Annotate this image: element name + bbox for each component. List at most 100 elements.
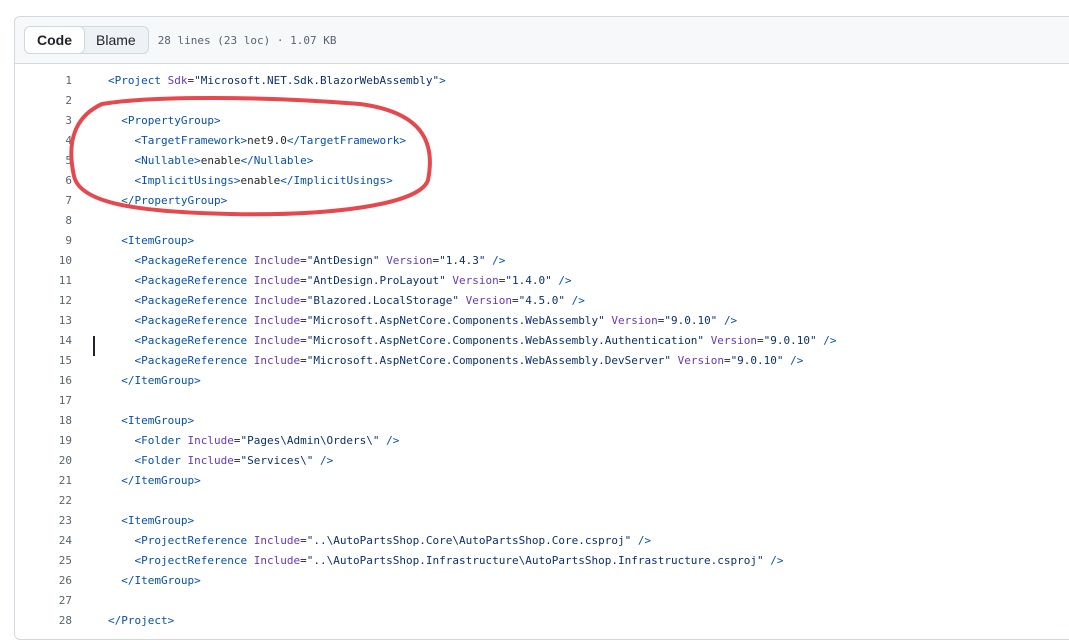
code-token: Include bbox=[253, 354, 301, 367]
line-source bbox=[72, 491, 108, 511]
code-token: "Pages\Admin\Orders\" bbox=[240, 434, 380, 447]
line-source: </Project> bbox=[72, 611, 174, 631]
code-token: enable bbox=[200, 154, 241, 167]
line-number[interactable]: 16 bbox=[15, 371, 72, 391]
code-line: 23 <ItemGroup> bbox=[15, 511, 1069, 531]
file-meta: 28 lines (23 loc) · 1.07 KB bbox=[157, 33, 337, 47]
code-line: 5 <Nullable>enable</Nullable> bbox=[15, 151, 1069, 171]
line-number[interactable]: 9 bbox=[15, 231, 72, 251]
code-token: "Microsoft.NET.Sdk.BlazorWebAssembly" bbox=[194, 74, 440, 87]
line-number[interactable]: 15 bbox=[15, 351, 72, 371]
code-view[interactable]: 1 <Project Sdk="Microsoft.NET.Sdk.BlazorW… bbox=[15, 71, 1069, 631]
code-token: net9.0 bbox=[247, 134, 287, 147]
code-token: </Nullable> bbox=[240, 154, 314, 167]
code-token: <ProjectReference bbox=[134, 554, 254, 567]
code-line: 28 </Project> bbox=[15, 611, 1069, 631]
line-source: <ItemGroup> bbox=[72, 411, 194, 431]
line-number[interactable]: 8 bbox=[15, 211, 72, 231]
code-token: "Services\" bbox=[240, 454, 314, 467]
code-token: "Blazored.LocalStorage" bbox=[306, 294, 460, 307]
line-number[interactable]: 14 bbox=[15, 331, 72, 351]
code-token: <ItemGroup> bbox=[121, 514, 195, 527]
line-source: </ItemGroup> bbox=[72, 371, 200, 391]
code-line: 10 <PackageReference Include="AntDesign"… bbox=[15, 251, 1069, 271]
code-line: 1 <Project Sdk="Microsoft.NET.Sdk.BlazorW… bbox=[15, 71, 1069, 91]
line-number[interactable]: 11 bbox=[15, 271, 72, 291]
code-line: 6 <ImplicitUsings>enable</ImplicitUsings… bbox=[15, 171, 1069, 191]
line-number[interactable]: 25 bbox=[15, 551, 72, 571]
line-number[interactable]: 28 bbox=[15, 611, 72, 631]
code-line: 20 <Folder Include="Services\" /> bbox=[15, 451, 1069, 471]
file-header: Code Blame 28 lines (23 loc) · 1.07 KB bbox=[15, 17, 1069, 64]
line-number[interactable]: 2 bbox=[15, 91, 72, 111]
code-token: Include bbox=[253, 534, 301, 547]
line-source: </ItemGroup> bbox=[72, 471, 200, 491]
line-number[interactable]: 23 bbox=[15, 511, 72, 531]
code-token: "1.4.3" bbox=[439, 254, 486, 267]
line-number[interactable]: 6 bbox=[15, 171, 72, 191]
code-token: <Nullable> bbox=[134, 154, 201, 167]
line-source: <ItemGroup> bbox=[72, 511, 194, 531]
code-token: = bbox=[300, 554, 307, 567]
line-source bbox=[72, 591, 108, 611]
code-token: /> bbox=[386, 434, 400, 447]
code-token: <PackageReference bbox=[134, 274, 254, 287]
code-token: Version bbox=[677, 354, 724, 367]
code-line: 21 </ItemGroup> bbox=[15, 471, 1069, 491]
code-line: 11 <PackageReference Include="AntDesign.… bbox=[15, 271, 1069, 291]
code-tab[interactable]: Code bbox=[24, 26, 85, 54]
line-number[interactable]: 27 bbox=[15, 591, 72, 611]
code-token: "..\AutoPartsShop.Infrastructure\AutoPar… bbox=[306, 554, 764, 567]
text-cursor bbox=[93, 336, 95, 356]
line-number[interactable]: 13 bbox=[15, 311, 72, 331]
code-token: <PackageReference bbox=[134, 294, 254, 307]
code-token: = bbox=[300, 254, 307, 267]
line-number[interactable]: 1 bbox=[15, 71, 72, 91]
line-number[interactable]: 18 bbox=[15, 411, 72, 431]
code-token: Version bbox=[452, 274, 499, 287]
code-token: <ItemGroup> bbox=[121, 234, 195, 247]
code-token: Include bbox=[253, 254, 301, 267]
code-token: </Project> bbox=[108, 614, 175, 627]
code-line: 26 </ItemGroup> bbox=[15, 571, 1069, 591]
code-token: "AntDesign.ProLayout" bbox=[306, 274, 446, 287]
line-number[interactable]: 10 bbox=[15, 251, 72, 271]
code-token: </TargetFramework> bbox=[286, 134, 407, 147]
line-source: <Folder Include="Services\" /> bbox=[72, 451, 334, 471]
line-source: <PackageReference Include="AntDesign" Ve… bbox=[72, 251, 506, 271]
line-number[interactable]: 20 bbox=[15, 451, 72, 471]
line-number[interactable]: 4 bbox=[15, 131, 72, 151]
code-line: 2 bbox=[15, 91, 1069, 111]
line-number[interactable]: 26 bbox=[15, 571, 72, 591]
line-number[interactable]: 24 bbox=[15, 531, 72, 551]
line-number[interactable]: 3 bbox=[15, 111, 72, 131]
line-number[interactable]: 12 bbox=[15, 291, 72, 311]
code-token: enable bbox=[240, 174, 281, 187]
line-number[interactable]: 17 bbox=[15, 391, 72, 411]
line-number[interactable]: 5 bbox=[15, 151, 72, 171]
line-source: <Folder Include="Pages\Admin\Orders\" /> bbox=[72, 431, 400, 451]
line-number[interactable]: 19 bbox=[15, 431, 72, 451]
line-number[interactable]: 7 bbox=[15, 191, 72, 211]
code-token: <PackageReference bbox=[134, 354, 254, 367]
blame-tab[interactable]: Blame bbox=[84, 27, 148, 53]
code-line: 24 <ProjectReference Include="..\AutoPar… bbox=[15, 531, 1069, 551]
code-line: 13 <PackageReference Include="Microsoft.… bbox=[15, 311, 1069, 331]
code-line: 18 <ItemGroup> bbox=[15, 411, 1069, 431]
code-line: 4 <TargetFramework>net9.0</TargetFramewo… bbox=[15, 131, 1069, 151]
line-number[interactable]: 21 bbox=[15, 471, 72, 491]
code-token: /> bbox=[637, 534, 652, 547]
line-source: <ProjectReference Include="..\AutoPartsS… bbox=[72, 531, 652, 551]
code-line: 14 <PackageReference Include="Microsoft.… bbox=[15, 331, 1069, 351]
code-line: 15 <PackageReference Include="Microsoft.… bbox=[15, 351, 1069, 371]
line-source: </PropertyGroup> bbox=[72, 191, 227, 211]
line-source bbox=[72, 211, 108, 231]
code-token: "AntDesign" bbox=[306, 254, 380, 267]
line-source: <ProjectReference Include="..\AutoPartsS… bbox=[72, 551, 784, 571]
line-number[interactable]: 22 bbox=[15, 491, 72, 511]
code-line: 8 bbox=[15, 211, 1069, 231]
